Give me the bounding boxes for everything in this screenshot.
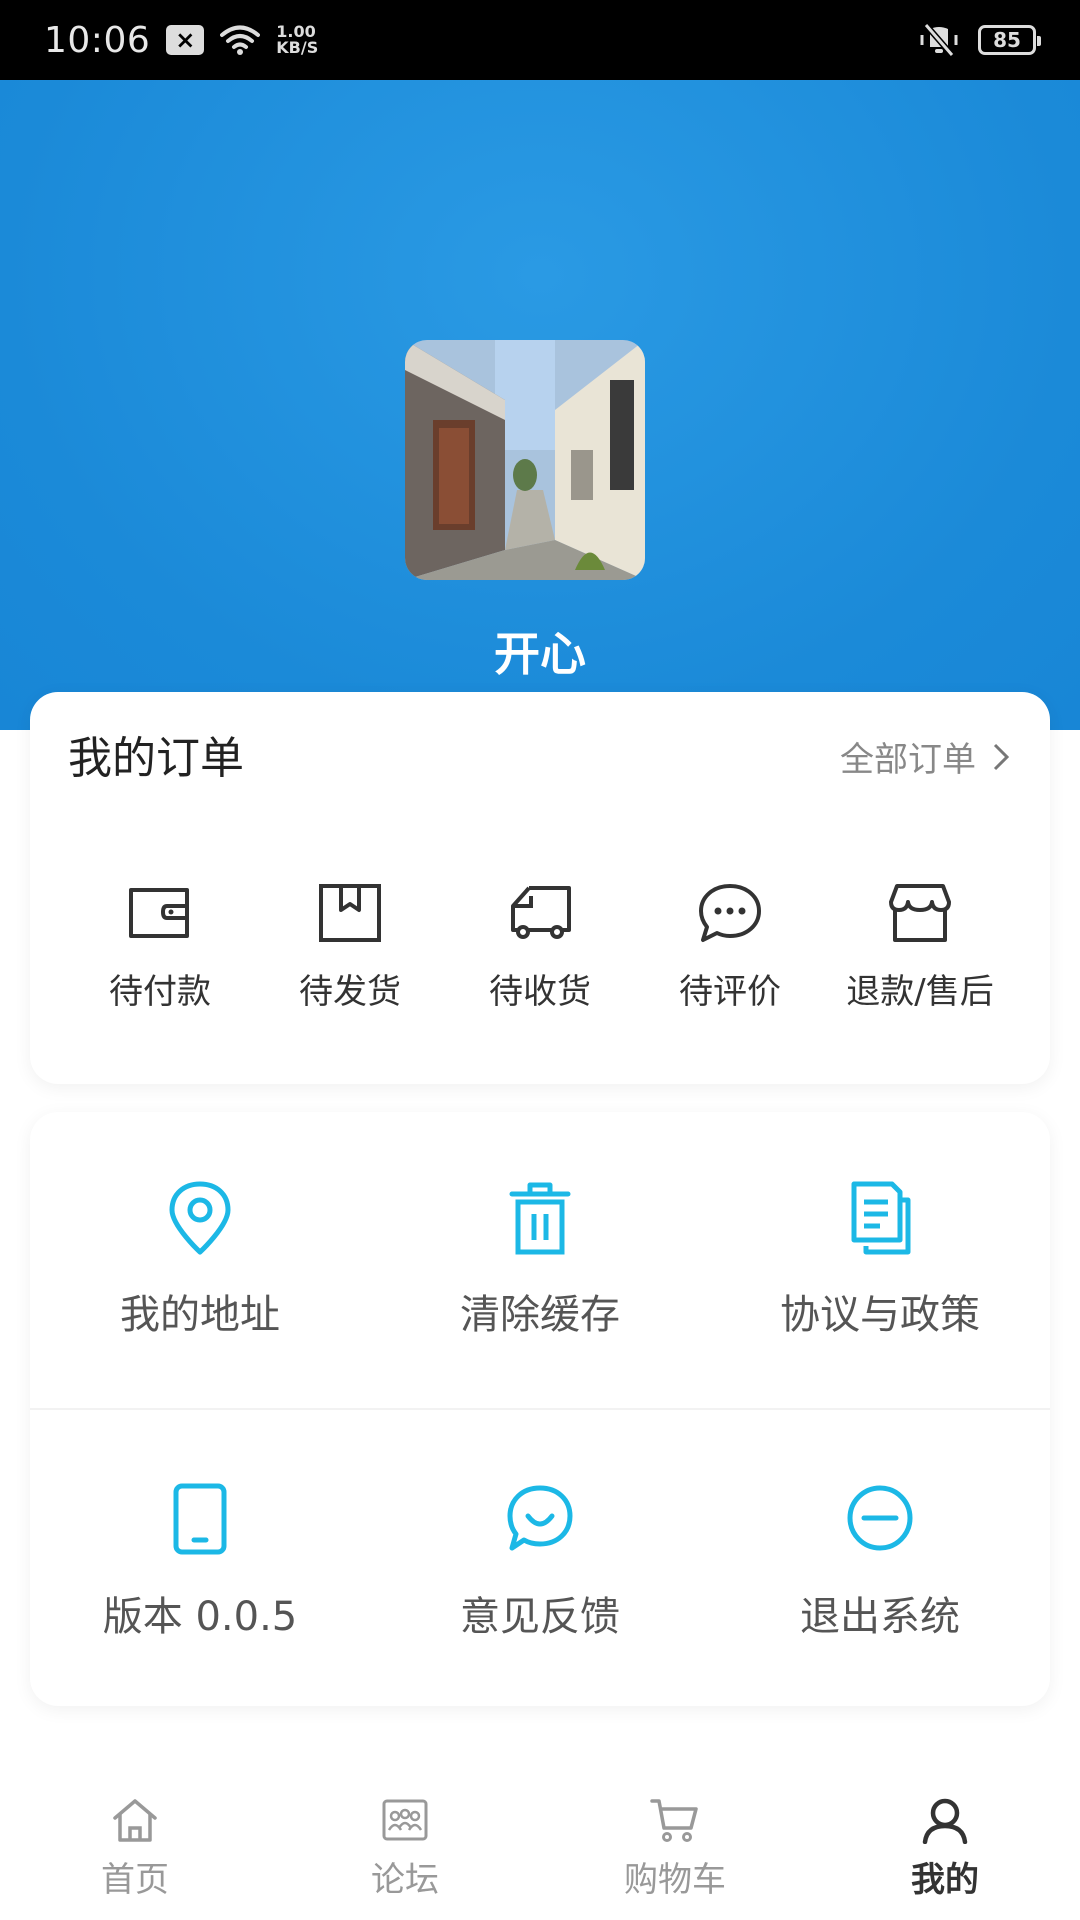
order-item-label: 退款/售后 (846, 972, 994, 1012)
nav-label: 我的 (911, 1860, 979, 1900)
feedback-button[interactable]: 意见反馈 (370, 1482, 710, 1642)
order-item-label: 待付款 (109, 972, 211, 1012)
avatar-image (405, 340, 645, 580)
nav-mine[interactable]: 我的 (810, 1770, 1080, 1920)
tool-label: 意见反馈 (460, 1594, 620, 1640)
wallet-icon (129, 888, 189, 938)
minus-circle-icon (847, 1485, 913, 1551)
profile-header: 开心 (0, 80, 1080, 730)
all-orders-link[interactable]: 全部订单 (840, 732, 1010, 781)
bottom-nav: 首页 论坛 购物车 我的 (0, 1770, 1080, 1920)
forum-icon (382, 1799, 428, 1841)
nav-label: 首页 (101, 1860, 169, 1900)
tool-label: 清除缓存 (460, 1292, 620, 1338)
username: 开心 (494, 627, 586, 681)
order-item-label: 待发货 (299, 972, 401, 1012)
status-time: 10:06 (44, 19, 151, 61)
tools-row: 我的地址 清除缓存 协议与政策 (30, 1180, 1050, 1340)
vibrate-mute-icon (920, 23, 958, 57)
location-pin-icon (169, 1181, 231, 1255)
document-icon (851, 1181, 911, 1255)
agreement-policy-button[interactable]: 协议与政策 (710, 1180, 1050, 1340)
all-orders-label: 全部订单 (840, 740, 976, 780)
tool-label: 我的地址 (120, 1292, 280, 1338)
home-icon (113, 1799, 157, 1842)
version-button[interactable]: 版本 0.0.5 (30, 1482, 370, 1642)
battery-icon: 85 (978, 25, 1041, 55)
feedback-icon (507, 1485, 573, 1551)
order-status-list: 待付款 待发货 待收货 待评价 退款/售后 (30, 882, 1050, 1013)
order-pending-payment[interactable]: 待付款 (65, 882, 255, 1013)
tools-row: 版本 0.0.5 意见反馈 退出系统 (30, 1482, 1050, 1642)
package-icon (319, 884, 381, 942)
user-icon (922, 1798, 968, 1844)
store-icon (889, 884, 951, 942)
wifi-icon (220, 25, 261, 55)
order-pending-review[interactable]: 待评价 (635, 882, 825, 1013)
my-address-button[interactable]: 我的地址 (30, 1180, 370, 1340)
cart-icon (650, 1799, 698, 1842)
tool-label: 版本 0.0.5 (102, 1594, 298, 1640)
tools-divider (30, 1408, 1050, 1410)
nav-label: 购物车 (624, 1860, 726, 1900)
tool-label: 退出系统 (800, 1594, 960, 1640)
net-speed: 1.00 KB/S (276, 24, 318, 56)
status-left: 10:06 × 1.00 KB/S (44, 20, 318, 61)
avatar[interactable] (405, 340, 645, 580)
status-right: 85 (916, 23, 1041, 57)
order-pending-shipment[interactable]: 待发货 (255, 882, 445, 1013)
order-item-label: 待收货 (489, 972, 591, 1012)
truck-icon (511, 886, 571, 939)
orders-card: 我的订单 全部订单 待付款 待发货 待收货 待评价 退款/售后 (30, 692, 1050, 1084)
nav-label: 论坛 (371, 1860, 439, 1900)
chevron-right-icon (993, 743, 1010, 770)
tablet-icon (173, 1483, 227, 1555)
notification-icon: × (166, 25, 205, 55)
trash-icon (509, 1182, 571, 1255)
order-item-label: 待评价 (679, 972, 781, 1012)
chat-bubble-icon (699, 884, 761, 942)
logout-button[interactable]: 退出系统 (710, 1482, 1050, 1642)
order-refund-aftersale[interactable]: 退款/售后 (825, 882, 1015, 1013)
nav-home[interactable]: 首页 (0, 1770, 270, 1920)
order-pending-receipt[interactable]: 待收货 (445, 882, 635, 1013)
nav-cart[interactable]: 购物车 (540, 1770, 810, 1920)
net-speed-unit: KB/S (276, 38, 319, 57)
status-bar: 10:06 × 1.00 KB/S 85 (0, 0, 1080, 80)
clear-cache-button[interactable]: 清除缓存 (370, 1180, 710, 1340)
nav-forum[interactable]: 论坛 (270, 1770, 540, 1920)
profile-page: 10:06 × 1.00 KB/S 85 开心 我的订单 全部订单 待付款 待发… (0, 0, 1080, 1920)
orders-title: 我的订单 (68, 733, 244, 784)
tools-card: 我的地址 清除缓存 协议与政策 版本 0.0.5 意见反馈 退出系统 (30, 1112, 1050, 1706)
tool-label: 协议与政策 (780, 1292, 980, 1338)
